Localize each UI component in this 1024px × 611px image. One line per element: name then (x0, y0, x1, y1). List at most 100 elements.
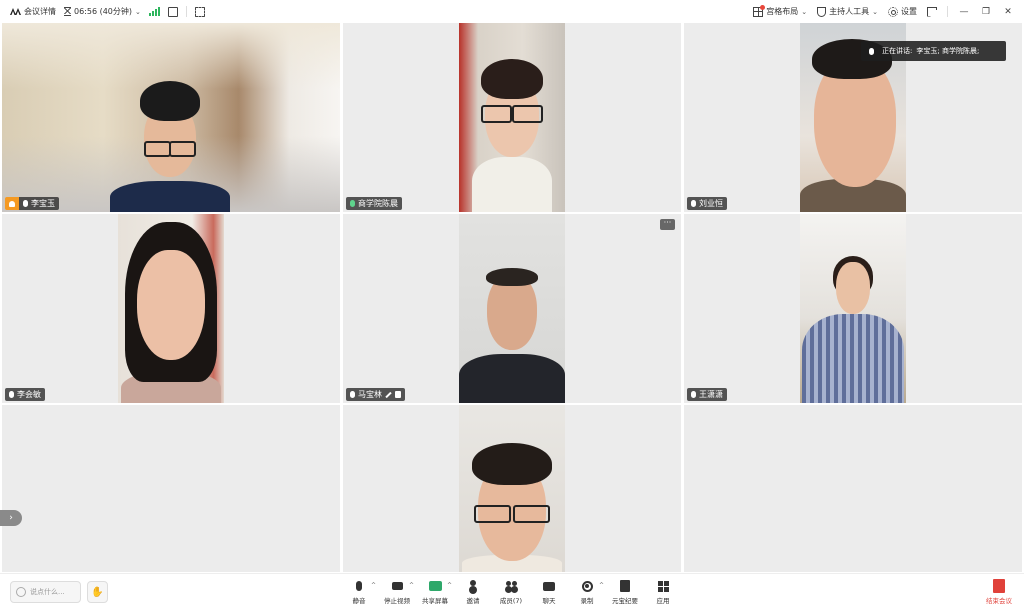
microphone-icon (23, 200, 28, 207)
microphone-speaking-icon (350, 200, 355, 207)
video-tile[interactable]: 正在讲话: 李宝玉; 商学院陈晨; 刘业恒 (684, 23, 1022, 212)
participant-name-tag: 商学院陈晨 (346, 197, 402, 210)
shield-icon (817, 6, 827, 17)
participant-name-tag: 王潇潇 (687, 388, 727, 401)
participant-video (118, 214, 224, 403)
divider (947, 6, 948, 17)
chat-placeholder: 说点什么... (30, 588, 65, 596)
quick-chat-input[interactable]: 说点什么... (10, 581, 81, 603)
grid-layout-button[interactable]: 宫格布局 ⌄ (753, 4, 807, 17)
minimize-button[interactable]: — (958, 7, 970, 17)
sidebar-toggle-button[interactable]: › (0, 510, 22, 526)
bottom-toolbar: 说点什么... ✋ ^ 静音 ^ 停止视频 ^ 共享屏幕 邀请 成员(7) 聊天… (0, 573, 1024, 611)
participant-name: 马宝林 (358, 390, 382, 399)
gear-icon (888, 6, 898, 17)
timer-label: 06:56 (40分钟) (74, 7, 133, 16)
end-meeting-button[interactable]: 结束会议 (986, 579, 1012, 605)
meeting-notes-button[interactable]: 元宝纪要 (606, 579, 644, 609)
hand-icon: ✋ (91, 586, 104, 598)
external-link-icon[interactable] (167, 6, 178, 17)
video-tile[interactable]: ··· 马宝林 (343, 214, 681, 403)
microphone-icon (691, 200, 696, 207)
meeting-notes-label: 元宝纪要 (612, 597, 638, 605)
empty-tile (2, 405, 340, 572)
stop-video-button[interactable]: ^ 停止视频 (378, 579, 416, 609)
microphone-icon (356, 581, 362, 591)
camera-icon (391, 582, 403, 590)
end-meeting-label: 结束会议 (986, 597, 1012, 605)
caret-up-icon[interactable]: ^ (409, 582, 414, 589)
chevron-down-icon: ⌄ (872, 7, 878, 16)
notes-icon (620, 580, 630, 592)
record-icon (581, 580, 593, 592)
meeting-window: 会议详情 06:56 (40分钟) ⌄ 宫格布局 ⌄ 主持人工具 ⌄ 设置 — … (0, 0, 1024, 611)
video-grid: 李宝玉 商学院陈晨 正在讲话: 李宝玉; 商学院陈晨; 刘业恒 李会敏 ··· … (2, 23, 1022, 572)
meeting-details-label: 会议详情 (24, 7, 56, 16)
participant-name: 王潇潇 (699, 390, 723, 399)
microphone-icon (869, 47, 874, 55)
participant-video (459, 23, 565, 212)
record-label: 录制 (580, 597, 594, 605)
speaking-names: 李宝玉; 商学院陈晨; (916, 47, 980, 55)
hourglass-icon (64, 7, 71, 16)
invite-button[interactable]: 邀请 (454, 579, 492, 609)
members-icon (505, 580, 511, 586)
record-button[interactable]: ^ 录制 (568, 579, 606, 609)
fullscreen-icon[interactable] (927, 7, 937, 17)
participant-name-tag: 刘业恒 (687, 197, 727, 210)
participant-name: 李宝玉 (31, 199, 55, 208)
host-badge-icon (5, 197, 19, 210)
caret-up-icon[interactable]: ^ (371, 582, 376, 589)
emoji-icon (16, 587, 26, 597)
share-screen-icon (428, 581, 442, 591)
members-button[interactable]: 成员(7) (492, 579, 530, 609)
caret-up-icon[interactable]: ^ (447, 582, 452, 589)
caret-up-icon[interactable]: ^ (599, 582, 604, 589)
grid-layout-icon (753, 4, 766, 17)
video-tile[interactable]: 商学院陈晨 (343, 23, 681, 212)
chevron-down-icon: ⌄ (135, 7, 141, 16)
signal-strength-icon[interactable] (148, 7, 160, 16)
settings-button[interactable]: 设置 (888, 6, 917, 17)
top-bar: 会议详情 06:56 (40分钟) ⌄ 宫格布局 ⌄ 主持人工具 ⌄ 设置 — … (0, 0, 1024, 23)
microphone-icon (350, 391, 355, 398)
empty-tile (684, 405, 1022, 572)
participant-name: 商学院陈晨 (358, 199, 398, 208)
apps-button[interactable]: 应用 (644, 579, 682, 609)
settings-label: 设置 (901, 7, 917, 16)
chat-label: 聊天 (542, 597, 556, 605)
participant-video (800, 214, 906, 403)
share-screen-label: 共享屏幕 (422, 597, 448, 605)
document-icon (395, 391, 401, 398)
speaking-indicator: 正在讲话: 李宝玉; 商学院陈晨; (861, 41, 1006, 61)
tencent-meeting-logo-icon (10, 8, 21, 15)
participant-name: 李会敏 (17, 390, 41, 399)
participant-video (459, 214, 565, 403)
raise-hand-button[interactable]: ✋ (87, 581, 108, 603)
video-tile[interactable] (343, 405, 681, 572)
apps-label: 应用 (656, 597, 670, 605)
share-screen-button[interactable]: ^ 共享屏幕 (416, 579, 454, 609)
more-options-button[interactable]: ··· (660, 219, 675, 230)
grid-layout-label: 宫格布局 (766, 7, 799, 16)
video-tile[interactable]: 李会敏 (2, 214, 340, 403)
video-tile[interactable]: 李宝玉 (2, 23, 340, 212)
chat-icon (543, 581, 555, 591)
invite-user-icon (470, 580, 476, 586)
participant-name-tag: 李会敏 (5, 388, 45, 401)
apps-icon (657, 580, 669, 592)
host-tools-button[interactable]: 主持人工具 ⌄ (817, 6, 878, 17)
meeting-details-button[interactable]: 会议详情 (10, 6, 56, 17)
video-tile[interactable]: 王潇潇 (684, 214, 1022, 403)
mute-button[interactable]: ^ 静音 (340, 579, 378, 609)
microphone-icon (9, 391, 14, 398)
host-tools-label: 主持人工具 (829, 7, 870, 16)
chat-button[interactable]: 聊天 (530, 579, 568, 609)
meeting-timer[interactable]: 06:56 (40分钟) ⌄ (64, 6, 141, 17)
meeting-controls: ^ 静音 ^ 停止视频 ^ 共享屏幕 邀请 成员(7) 聊天 ^ 录制 元宝纪要… (340, 579, 682, 609)
exit-door-icon (993, 579, 1005, 593)
whiteboard-icon[interactable] (194, 6, 205, 17)
participant-video (459, 405, 565, 572)
restore-button[interactable]: ❐ (980, 7, 992, 17)
close-button[interactable]: ✕ (1002, 7, 1014, 17)
